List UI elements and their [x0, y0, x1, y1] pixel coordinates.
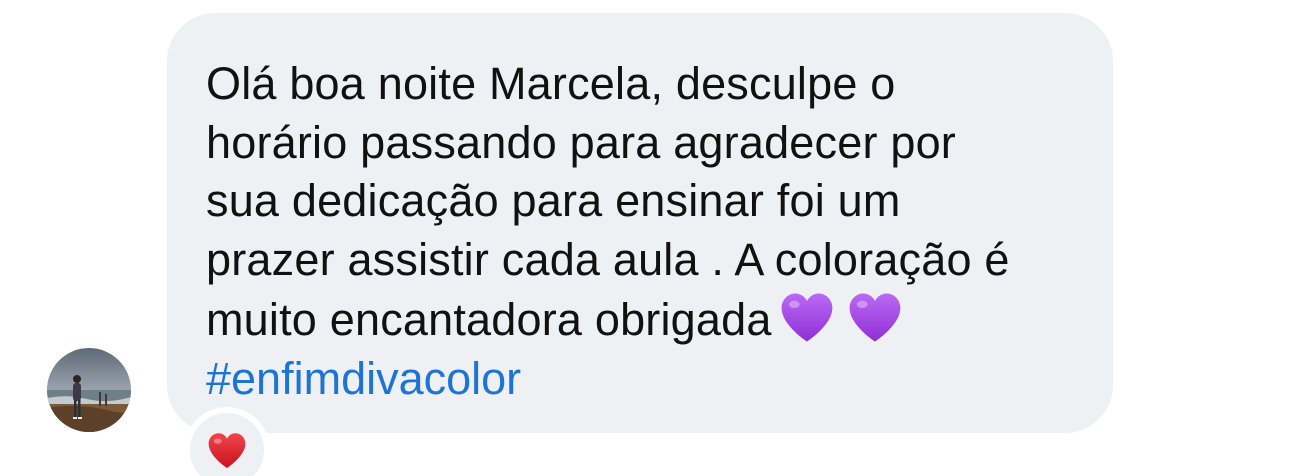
red-heart-icon	[208, 433, 246, 469]
message-line: Olá boa noite Marcela, desculpe o	[206, 58, 896, 109]
avatar-photo	[47, 348, 131, 432]
message-text: Olá boa noite Marcela, desculpe o horári…	[206, 55, 1073, 350]
purple-heart-icon	[849, 293, 900, 342]
message-thread: Olá boa noite Marcela, desculpe o horári…	[0, 0, 1290, 476]
message-line: horário passando para agradecer por	[206, 116, 956, 168]
hashtag-link[interactable]: #enfimdivacolor	[206, 350, 1073, 409]
message-line: prazer assistir cada aula . A coloração …	[206, 233, 1010, 285]
message-line: sua dedicação para ensinar foi um	[206, 175, 901, 226]
message-bubble[interactable]: Olá boa noite Marcela, desculpe o horári…	[167, 13, 1113, 433]
message-line-with-emoji: muito encantadora obrigada	[206, 289, 1073, 350]
purple-heart-icon	[781, 293, 832, 342]
sender-avatar[interactable]	[47, 348, 131, 432]
message-line: muito encantadora obrigada	[206, 294, 772, 345]
